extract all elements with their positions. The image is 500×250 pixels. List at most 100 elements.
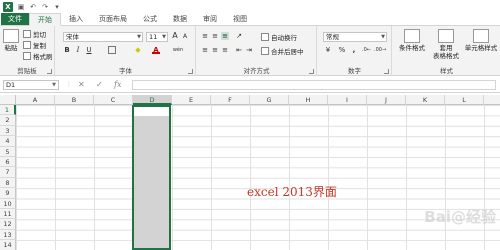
cell-area[interactable]: [16, 105, 500, 250]
undo-icon[interactable]: ↶: [29, 3, 37, 11]
clipboard-launcher-icon[interactable]: [47, 69, 52, 74]
align-center-icon[interactable]: ≡: [211, 46, 219, 54]
conditional-formatting-button[interactable]: 条件格式: [396, 29, 428, 52]
column-header-h[interactable]: H: [289, 95, 328, 105]
format-as-table-button[interactable]: 套用 表格格式: [431, 29, 461, 60]
align-left-icon[interactable]: ≡: [201, 46, 209, 54]
align-middle-icon[interactable]: ≡: [211, 32, 219, 40]
comma-button[interactable]: ,: [350, 46, 358, 54]
phonetic-button[interactable]: wén: [171, 46, 185, 54]
column-header-k[interactable]: K: [406, 95, 445, 105]
font-launcher-icon[interactable]: [188, 69, 193, 74]
merge-center-button[interactable]: 合并后居中: [261, 46, 304, 56]
orientation-icon[interactable]: ↗: [235, 32, 243, 40]
column-header-i[interactable]: I: [328, 95, 367, 105]
column-header-e[interactable]: E: [172, 95, 211, 105]
tab-home[interactable]: 开始: [29, 13, 61, 26]
bold-button[interactable]: B: [63, 46, 71, 54]
selected-column-highlight: [132, 105, 171, 250]
cut-button[interactable]: 剪切: [23, 29, 46, 39]
column-header-g[interactable]: G: [250, 95, 289, 105]
row-header-12[interactable]: 12: [0, 219, 16, 230]
font-color-button[interactable]: A: [152, 46, 160, 54]
paste-icon: [3, 29, 19, 43]
wrap-text-label: 自动换行: [271, 34, 297, 42]
redo-icon[interactable]: ↷: [41, 3, 49, 11]
merge-icon: [261, 47, 269, 55]
align-bottom-icon[interactable]: ≡: [221, 32, 229, 40]
name-box[interactable]: D1 ▼: [3, 80, 59, 90]
row-header-11[interactable]: 11: [0, 209, 16, 220]
styles-group-label: 样式: [440, 67, 453, 75]
shrink-font-button[interactable]: A: [181, 33, 189, 41]
cut-label: 剪切: [33, 31, 46, 39]
enter-icon[interactable]: ✓: [96, 80, 103, 90]
qat-customize-icon[interactable]: ▾: [53, 3, 61, 11]
ribbon-tabs: 文件 开始 插入 页面布局 公式 数据 审阅 视图: [0, 13, 500, 26]
cancel-icon[interactable]: ✕: [78, 80, 85, 90]
tab-formulas[interactable]: 公式: [135, 13, 165, 25]
merge-center-label: 合并后居中: [271, 48, 304, 56]
row-header-3[interactable]: 3: [0, 125, 16, 137]
copy-label: 复制: [33, 42, 46, 50]
column-header-c[interactable]: C: [94, 95, 133, 105]
copy-button[interactable]: 复制: [23, 40, 46, 50]
underline-button[interactable]: U: [85, 46, 93, 54]
align-top-icon[interactable]: ≡: [201, 32, 209, 40]
column-header-l[interactable]: L: [445, 95, 484, 105]
indent-decrease-icon[interactable]: ⇤: [235, 46, 243, 54]
font-size-select[interactable]: 11 ▼: [146, 32, 168, 42]
font-group-label: 字体: [119, 67, 132, 75]
row-header-9[interactable]: 9: [0, 188, 16, 199]
row-header-13[interactable]: 13: [0, 229, 16, 241]
row-header-4[interactable]: 4: [0, 136, 16, 147]
tab-file[interactable]: 文件: [1, 13, 29, 25]
save-icon[interactable]: ▣: [17, 3, 25, 11]
font-group: 宋体 ▼ 11 ▼ A A B I U ◆ A wén 字体: [56, 26, 196, 76]
tab-insert[interactable]: 插入: [61, 13, 91, 25]
row-header-1[interactable]: 1: [0, 105, 16, 116]
format-painter-button[interactable]: 格式刷: [23, 51, 53, 61]
tab-page-layout[interactable]: 页面布局: [91, 13, 135, 25]
row-header-5[interactable]: 5: [0, 146, 16, 157]
grow-font-button[interactable]: A: [171, 32, 179, 40]
fill-color-icon[interactable]: ◆: [134, 46, 142, 54]
select-all-corner[interactable]: [0, 95, 16, 105]
active-cell[interactable]: [134, 107, 169, 116]
currency-icon[interactable]: ¥: [324, 46, 332, 54]
column-header-j[interactable]: J: [367, 95, 406, 105]
percent-button[interactable]: %: [338, 46, 346, 54]
tab-view[interactable]: 视图: [225, 13, 255, 25]
borders-icon[interactable]: [108, 46, 116, 54]
column-header-d[interactable]: D: [133, 95, 172, 105]
row-header-10[interactable]: 10: [0, 198, 16, 209]
decrease-decimal-icon[interactable]: .00→: [374, 46, 386, 54]
indent-increase-icon[interactable]: ⇥: [245, 46, 253, 54]
number-launcher-icon[interactable]: [384, 69, 389, 74]
column-header-f[interactable]: F: [211, 95, 250, 105]
alignment-launcher-icon[interactable]: [309, 69, 314, 74]
row-header-8[interactable]: 8: [0, 177, 16, 189]
column-header-a[interactable]: A: [16, 95, 55, 105]
font-name-select[interactable]: 宋体 ▼: [63, 32, 143, 42]
number-format-select[interactable]: 常规 ▼: [323, 32, 387, 42]
tab-review[interactable]: 审阅: [195, 13, 225, 25]
tab-data[interactable]: 数据: [165, 13, 195, 25]
formula-input[interactable]: [132, 80, 496, 90]
brush-icon: [23, 52, 31, 60]
increase-decimal-icon[interactable]: .0←: [362, 46, 371, 54]
column-header-b[interactable]: B: [55, 95, 94, 105]
row-header-2[interactable]: 2: [0, 115, 16, 126]
cell-styles-button[interactable]: 单元格样式: [463, 29, 499, 52]
insert-function-button[interactable]: fx: [114, 80, 121, 90]
column-header-m[interactable]: M: [484, 95, 500, 105]
row-header-6[interactable]: 6: [0, 157, 16, 168]
row-header-7[interactable]: 7: [0, 167, 16, 178]
align-right-icon[interactable]: ≡: [221, 46, 229, 54]
paste-button[interactable]: 粘贴: [3, 29, 19, 52]
wrap-text-button[interactable]: 自动换行: [261, 32, 297, 42]
row-header-14[interactable]: 14: [0, 240, 16, 250]
conditional-formatting-label: 条件格式: [399, 44, 425, 52]
chevron-down-icon: ▼: [137, 34, 141, 40]
italic-button[interactable]: I: [74, 46, 82, 54]
